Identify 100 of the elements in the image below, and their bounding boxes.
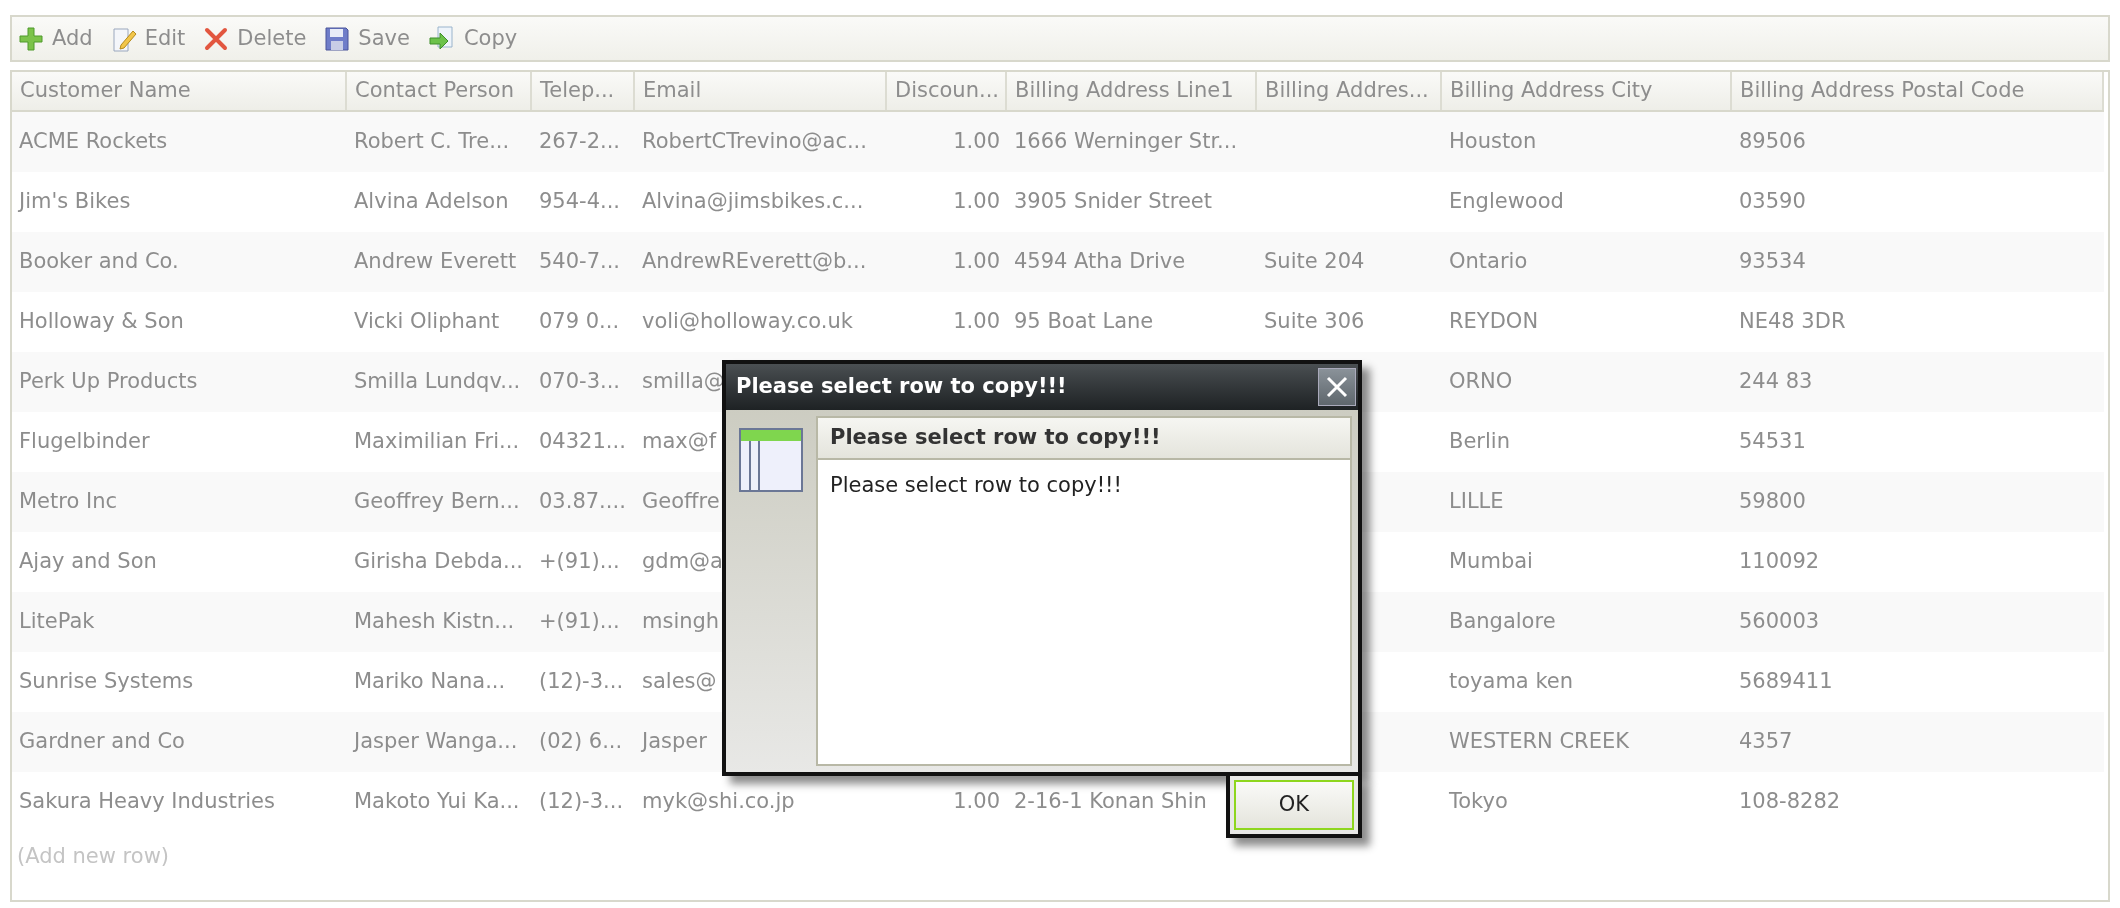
toolbar-button[interactable]: Save [324,22,410,55]
table-cell-text: 1666 Werninger Str... [1014,128,1238,156]
table-cell-text: Mumbai [1449,548,1533,576]
table-cell-text: Jim's Bikes [19,188,131,216]
table-cell-text: 079 0... [539,308,620,336]
table-cell-text: REYDON [1449,308,1539,336]
table-cell-text: Geoffre [642,488,720,516]
ok-button[interactable]: OK [1234,780,1354,830]
table-cell-text: Tokyo [1449,788,1508,816]
table-cell-text: 54531 [1739,428,1806,456]
column-header[interactable]: Discoun... [887,72,1007,110]
column-header[interactable]: Billing Addres... [1257,72,1442,110]
table-cell-text: 59800 [1739,488,1806,516]
table-cell-text: 04321... [539,428,626,456]
table-cell-text: Geoffrey Bern... [354,488,520,516]
table-cell-text: 070-3... [539,368,621,396]
column-header[interactable]: Email [635,72,887,110]
table-cell-text: Jasper [642,728,707,756]
table-icon [739,428,803,492]
table-cell-text: Ajay and Son [19,548,157,576]
table-cell-text: Andrew Everett [354,248,517,276]
table-cell-text: Alvina Adelson [354,188,509,216]
toolbar-button[interactable]: Copy [427,22,518,55]
column-header[interactable]: Billing Address Postal Code [1732,72,2104,110]
table-cell-text: 03.87.... [539,488,626,516]
close-button[interactable] [1318,368,1356,406]
column-header[interactable]: Billing Address City [1442,72,1732,110]
table-cell-text: +(91)... [539,548,620,576]
table-cell-text: max@f [642,428,717,456]
table-cell-text: smilla@ [642,368,725,396]
column-header[interactable]: Billing Address Line1 [1007,72,1257,110]
table-cell-text: Perk Up Products [19,368,198,396]
plus-icon [18,25,44,52]
table-cell-text: 1.00 [953,188,1000,216]
column-header[interactable]: Customer Name [12,72,347,110]
table-cell-text: 1.00 [953,128,1000,156]
column-header[interactable]: Telep... [532,72,635,110]
close-icon [1325,375,1349,399]
table-cell-text: Suite 204 [1264,248,1365,276]
column-header[interactable]: Contact Person [347,72,532,110]
table-cell-text: 93534 [1739,248,1806,276]
table-cell-text: Sunrise Systems [19,668,194,696]
delete-icon [203,25,230,52]
table-cell-text: 244 83 [1739,368,1813,396]
table-cell-text: Englewood [1449,188,1564,216]
table-cell-text: RobertCTrevino@ac... [642,128,867,156]
table-cell-text: Ontario [1449,248,1528,276]
add-new-row-link[interactable]: (Add new row) [17,841,169,873]
table-cell-text: 560003 [1739,608,1820,636]
table-cell-text: 540-7... [539,248,621,276]
toolbar-button[interactable]: Edit [110,22,186,55]
table-cell-text: Alvina@jimsbikes.c... [642,188,864,216]
table-cell-text: Mahesh Kistn... [354,608,515,636]
table-cell-text: sales@ [642,668,717,696]
table-cell-text: 108-8282 [1739,788,1841,816]
table-cell-text: Booker and Co. [19,248,179,276]
table-cell-text: Vicki Oliphant [354,308,500,336]
table-cell-text: 95 Boat Lane [1014,308,1154,336]
table-cell-text: 89506 [1739,128,1806,156]
table-cell-text: Jasper Wanga... [354,728,518,756]
table-cell-text: AndrewREverett@b... [642,248,867,276]
table-cell-text: Flugelbinder [19,428,150,456]
table-cell-text: 4594 Atha Drive [1014,248,1186,276]
table-cell-text: toyama ken [1449,668,1574,696]
table-cell-text: (02) 6... [539,728,623,756]
table-cell-text: Maximilian Fri... [354,428,520,456]
table-cell-text: Holloway & Son [19,308,184,336]
table-cell-text: ACME Rockets [19,128,168,156]
toolbar-button[interactable]: Delete [203,22,307,55]
table-cell-text: msingh [642,608,720,636]
table-cell-text: LILLE [1449,488,1504,516]
table-cell-text: Metro Inc [19,488,118,516]
table-cell-text: NE48 3DR [1739,308,1846,336]
table-cell-text: gdm@a [642,548,723,576]
table-cell-text: myk@shi.co.jp [642,788,795,816]
table-cell-text: voli@holloway.co.uk [642,308,853,336]
table-cell-text: ORNO [1449,368,1513,396]
table-cell-text: Girisha Debda... [354,548,523,576]
table-cell-text: 4357 [1739,728,1793,756]
table-cell-text: Mariko Nana... [354,668,506,696]
table-cell-text: Suite 306 [1264,308,1365,336]
table-cell-text: (12)-3... [539,668,624,696]
table-cell-text: Bangalore [1449,608,1556,636]
table-cell-text: +(91)... [539,608,620,636]
table-cell-text: 2-16-1 Konan Shin [1014,788,1207,816]
table-cell-text: WESTERN CREEK [1449,728,1629,756]
dialog-title: Please select row to copy!!! [736,373,1067,401]
table-cell-text: Berlin [1449,428,1510,456]
table-cell-text: Smilla Lundqv... [354,368,521,396]
table-cell-text: 5689411 [1739,668,1833,696]
table-cell-text: Makoto Yui Ka... [354,788,520,816]
table-cell-text: LitePak [19,608,95,636]
table-cell-text: 1.00 [953,308,1000,336]
toolbar-button[interactable]: Add [18,22,93,55]
table-cell-text: Robert C. Tre... [354,128,510,156]
table-cell-text: 1.00 [953,248,1000,276]
table-cell-text: Sakura Heavy Industries [19,788,275,816]
table-cell-text: 03590 [1739,188,1806,216]
message-heading: Please select row to copy!!! [830,424,1161,452]
table-cell-text: 954-4... [539,188,621,216]
